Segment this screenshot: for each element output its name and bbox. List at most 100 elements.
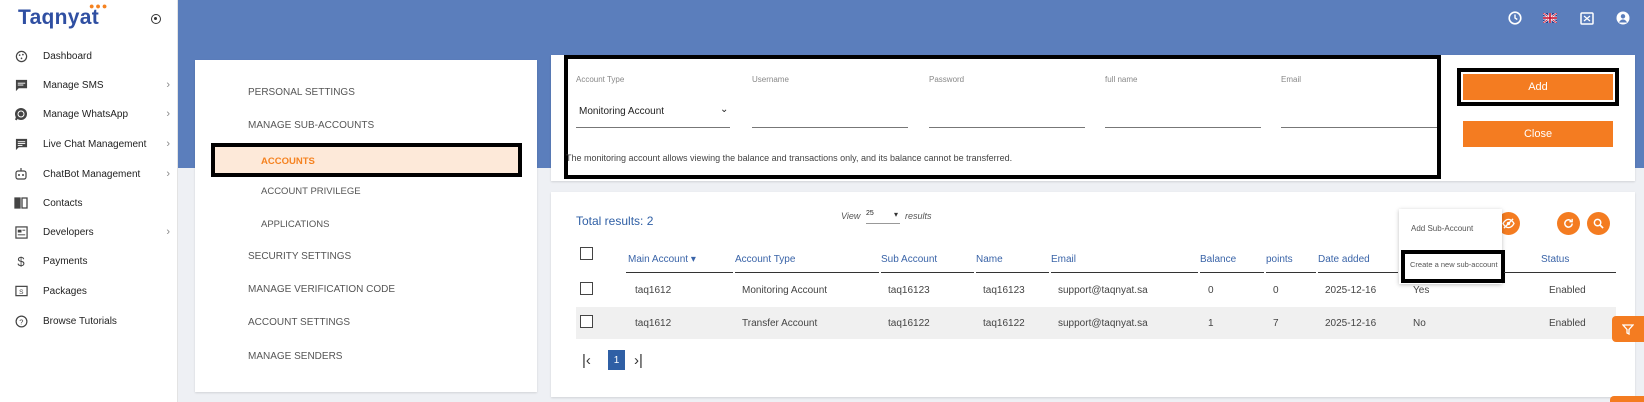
first-page-button[interactable]: |‹ (582, 352, 591, 369)
settings-accounts-active[interactable]: ACCOUNTS (211, 143, 522, 177)
dollar-icon: $ (17, 253, 25, 269)
cell-balance: 1 (1208, 318, 1214, 329)
col-status[interactable]: Status (1541, 254, 1569, 265)
sidebar-item-contacts[interactable]: Contacts (0, 188, 178, 218)
settings-account-settings[interactable]: ACCOUNT SETTINGS (248, 317, 350, 328)
col-account-type[interactable]: Account Type (735, 254, 795, 265)
logo: Taqnyat (18, 6, 100, 29)
add-sub-account-option[interactable]: Add Sub-Account (1411, 224, 1473, 233)
account-type-select[interactable]: Monitoring Account (579, 106, 664, 117)
sidebar-item-dashboard[interactable]: Dashboard (0, 41, 178, 71)
account-type-underline (576, 127, 730, 128)
col-name[interactable]: Name (976, 254, 1003, 265)
col-balance[interactable]: Balance (1200, 254, 1236, 265)
cell-points: 7 (1273, 318, 1279, 329)
clock-icon[interactable] (1508, 11, 1522, 25)
filter-icon (1622, 323, 1634, 335)
developers-icon (14, 225, 28, 239)
col-sub-account[interactable]: Sub Account (881, 254, 937, 265)
create-sub-account-option[interactable]: Create a new sub-account (1410, 260, 1502, 269)
password-input[interactable] (929, 127, 1085, 128)
bottom-side-tab[interactable] (1610, 396, 1644, 402)
robot-icon (14, 167, 28, 181)
password-label: Password (929, 75, 965, 84)
user-icon[interactable] (1616, 11, 1630, 25)
sidebar-item-label: Payments (43, 255, 88, 267)
email-input[interactable] (1281, 127, 1437, 128)
chevron-right-icon: › (166, 79, 170, 91)
packages-icon: S (14, 284, 28, 298)
results-label: results (905, 211, 932, 221)
header-divider (1200, 272, 1264, 273)
chevron-right-icon: › (166, 108, 170, 120)
sidebar-item-label: Manage WhatsApp (43, 108, 129, 120)
sidebar-item-label: Packages (43, 285, 87, 297)
settings-manage-sub-accounts[interactable]: MANAGE SUB-ACCOUNTS (248, 120, 374, 131)
last-page-button[interactable]: ›| (634, 352, 643, 369)
close-button[interactable]: Close (1463, 121, 1613, 147)
refresh-button[interactable] (1557, 212, 1580, 235)
sidebar-toggle-icon[interactable] (151, 14, 161, 24)
col-main-account[interactable]: Main Account ▾ (628, 254, 696, 265)
chevron-right-icon: › (166, 168, 170, 180)
cell-sub-account: taq16123 (888, 285, 930, 296)
header-divider (626, 272, 733, 273)
help-icon: ? (14, 314, 28, 328)
fullscreen-icon[interactable] (1580, 11, 1594, 25)
svg-text:?: ? (19, 317, 23, 326)
sidebar-item-label: Dashboard (43, 50, 92, 62)
filter-tab[interactable] (1612, 316, 1644, 342)
settings-personal[interactable]: PERSONAL SETTINGS (248, 87, 355, 98)
header-divider (735, 272, 879, 273)
settings-applications[interactable]: APPLICATIONS (261, 219, 329, 230)
col-points[interactable]: points (1266, 254, 1293, 265)
search-button[interactable] (1587, 212, 1610, 235)
fullname-input[interactable] (1105, 127, 1261, 128)
cell-sub-account: taq16122 (888, 318, 930, 329)
settings-security[interactable]: SECURITY SETTINGS (248, 251, 351, 262)
cell-status: Enabled (1549, 285, 1586, 296)
chevron-right-icon: › (166, 138, 170, 150)
username-input[interactable] (752, 127, 908, 128)
select-all-checkbox[interactable] (580, 247, 593, 260)
cell-date-added: 2025-12-16 (1325, 285, 1377, 296)
add-button[interactable]: Add (1463, 74, 1613, 100)
sidebar-item-live-chat[interactable]: Live Chat Management › (0, 129, 178, 159)
settings-account-privilege[interactable]: ACCOUNT PRIVILEGE (261, 186, 361, 197)
sidebar-item-developers[interactable]: Developers › (0, 217, 178, 247)
header-divider (1318, 272, 1398, 273)
sidebar-item-manage-sms[interactable]: Manage SMS › (0, 70, 178, 100)
cell-account-type: Monitoring Account (742, 285, 828, 296)
settings-verification-code[interactable]: MANAGE VERIFICATION CODE (248, 284, 395, 295)
settings-panel: PERSONAL SETTINGS MANAGE SUB-ACCOUNTS AC… (195, 60, 537, 392)
cell-flag: Yes (1413, 285, 1430, 296)
cell-date-added: 2025-12-16 (1325, 318, 1377, 329)
sidebar-item-packages[interactable]: S Packages (0, 276, 178, 306)
sidebar-item-chatbot[interactable]: ChatBot Management › (0, 159, 178, 189)
cell-status: Enabled (1549, 318, 1586, 329)
settings-accounts-label: ACCOUNTS (261, 156, 315, 167)
total-results: Total results: 2 (576, 214, 654, 228)
chevron-down-icon: ⌄ (720, 104, 729, 115)
sidebar-item-manage-whatsapp[interactable]: Manage WhatsApp › (0, 99, 178, 129)
col-date-added[interactable]: Date added (1318, 254, 1370, 265)
settings-senders[interactable]: MANAGE SENDERS (248, 351, 342, 362)
sidebar-item-label: Manage SMS (43, 79, 104, 91)
email-label: Email (1281, 75, 1302, 84)
page-1-button[interactable]: 1 (608, 350, 625, 370)
cell-name: taq16123 (983, 285, 1025, 296)
sidebar-item-tutorials[interactable]: ? Browse Tutorials (0, 306, 178, 336)
row-checkbox[interactable] (580, 282, 593, 295)
cell-flag: No (1413, 318, 1426, 329)
sidebar-item-label: Live Chat Management (43, 138, 147, 150)
cell-balance: 0 (1208, 285, 1214, 296)
header-divider (976, 272, 1049, 273)
uk-flag-icon[interactable] (1543, 11, 1557, 25)
cell-email: support@taqnyat.sa (1058, 285, 1148, 296)
cell-email: support@taqnyat.sa (1058, 318, 1148, 329)
row-checkbox[interactable] (580, 315, 593, 328)
sidebar-item-payments[interactable]: $ Payments (0, 246, 178, 276)
sidebar: Taqnyat ●●● Dashboard Manage SMS › Manag… (0, 0, 178, 402)
col-email[interactable]: Email (1051, 254, 1076, 265)
page-size-select[interactable]: 25 (866, 210, 900, 224)
